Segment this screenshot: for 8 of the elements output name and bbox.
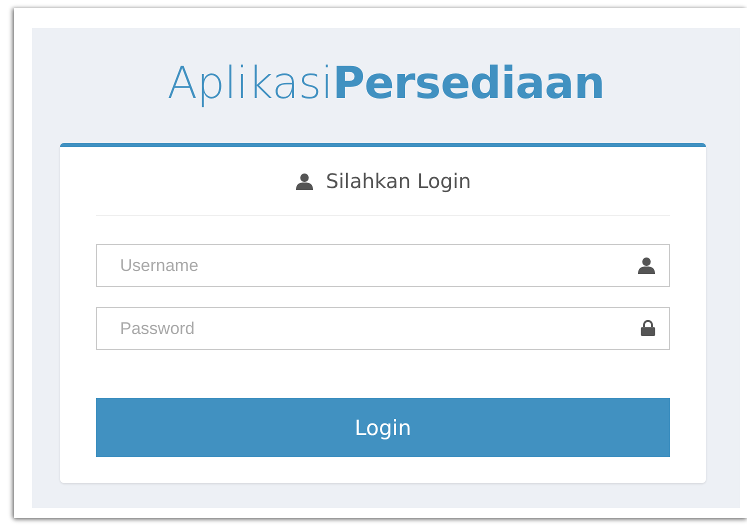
- login-button[interactable]: Login: [96, 398, 670, 457]
- user-icon: [294, 172, 314, 190]
- password-field[interactable]: Password: [96, 307, 670, 350]
- app-title: AplikasiPersediaan: [166, 58, 606, 109]
- login-heading: Silahkan Login: [326, 169, 472, 193]
- lock-icon: [640, 320, 656, 336]
- username-field[interactable]: Username: [96, 244, 670, 287]
- user-icon: [637, 257, 656, 274]
